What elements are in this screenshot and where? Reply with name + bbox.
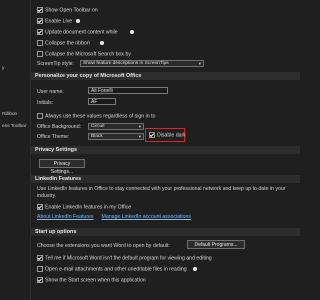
theme-label: Office Theme: — [37, 134, 70, 140]
option-show-open-toolbar[interactable]: Show Open Toolbar on — [37, 7, 98, 13]
option-disable-dark[interactable]: Disable dark — [149, 132, 186, 138]
checkbox-show-open-toolbar[interactable] — [37, 7, 43, 13]
checkbox-tell-me-default[interactable] — [37, 255, 43, 261]
option-enable-linkedin[interactable]: Enable LinkedIn features in my Office — [37, 204, 131, 210]
initials-label: Initials: — [37, 100, 54, 106]
section-startup: Start up options — [31, 228, 300, 236]
option-collapse-search[interactable]: Collapse the Microsoft Search box by — [37, 51, 131, 57]
checkbox-enable-live[interactable] — [37, 18, 43, 24]
about-linkedin-link[interactable]: About LinkedIn Features — [37, 214, 94, 220]
checkbox-always-use-values[interactable] — [37, 113, 43, 119]
checkbox-update-content[interactable] — [37, 29, 43, 35]
info-icon — [99, 41, 104, 45]
choose-extensions-label: Choose the extensions you want Word to o… — [37, 243, 170, 249]
option-collapse-ribbon[interactable]: Collapse the ribbon — [37, 40, 104, 46]
chevron-down-icon: ▾ — [138, 134, 141, 139]
background-label: Office Background: — [37, 124, 82, 130]
screentip-label: ScreenTip style: — [37, 61, 74, 67]
info-icon — [129, 30, 134, 34]
checkbox-show-start-screen[interactable] — [37, 277, 43, 283]
section-personalize: Personalize your copy of Microsoft Offic… — [31, 72, 300, 80]
option-always-use-values[interactable]: Always use these values regardless of si… — [37, 113, 155, 119]
chevron-down-icon: ▾ — [198, 61, 201, 66]
checkbox-disable-dark[interactable] — [149, 132, 155, 138]
theme-select[interactable]: Black ▾ — [88, 133, 144, 140]
chevron-down-icon: ▾ — [138, 124, 141, 129]
default-programs-button[interactable]: Default Programs... — [187, 240, 245, 249]
linkedin-links: About LinkedIn Features Manage LinkedIn a… — [37, 214, 191, 220]
linkedin-description-line2: industry. — [37, 193, 57, 199]
checkbox-collapse-search[interactable] — [37, 51, 43, 57]
background-select[interactable]: Circuit ▾ — [88, 123, 144, 130]
options-sidebar: y Ribbon ess Toolbar — [0, 0, 31, 300]
option-update-content[interactable]: Update document content while — [37, 29, 134, 35]
option-show-start-screen[interactable]: Show the Start screen when this applicat… — [37, 277, 146, 283]
option-open-email-reading[interactable]: Open e-mail attachments and other unedit… — [37, 266, 197, 272]
option-tell-me-default[interactable]: Tell me if Microsoft Word isn't the defa… — [37, 255, 212, 261]
checkbox-enable-linkedin[interactable] — [37, 204, 43, 210]
info-icon — [76, 19, 81, 23]
checkbox-collapse-ribbon[interactable] — [37, 40, 43, 46]
sidebar-item-customize-ribbon[interactable]: Ribbon — [2, 112, 17, 117]
screentip-select[interactable]: Show feature descriptions in ScreenTips ▾ — [80, 60, 204, 67]
linkedin-description-line1: Use LinkedIn features in Office to stay … — [37, 186, 286, 192]
info-icon — [192, 267, 197, 271]
username-field[interactable]: Ali Fonelli — [88, 87, 168, 94]
privacy-settings-button[interactable]: Privacy Settings... — [39, 159, 85, 175]
checkbox-open-email-reading[interactable] — [37, 266, 43, 272]
option-enable-live[interactable]: Enable Live — [37, 18, 81, 24]
username-label: User name: — [37, 89, 64, 95]
options-main-panel: Show Open Toolbar on Enable Live Update … — [31, 0, 300, 300]
initials-field[interactable]: AF — [88, 98, 116, 105]
manage-linkedin-link[interactable]: Manage LinkedIn account associations — [102, 214, 191, 220]
section-linkedin: LinkedIn Features — [31, 175, 300, 183]
sidebar-item-quick-access-toolbar[interactable]: ess Toolbar — [2, 124, 26, 129]
sidebar-item-1[interactable]: y — [2, 66, 4, 71]
section-privacy: Privacy Settings — [31, 146, 300, 154]
